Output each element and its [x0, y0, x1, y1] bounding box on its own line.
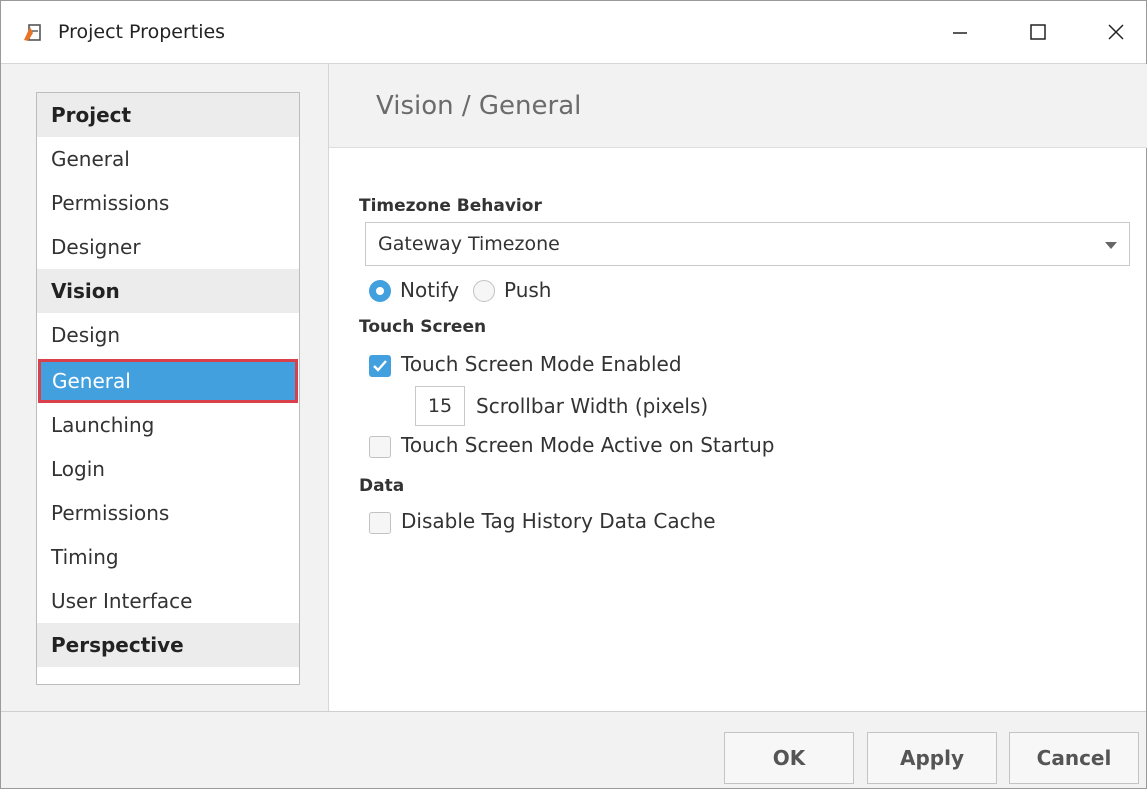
ok-button[interactable]: OK	[724, 732, 854, 784]
data-section-label: Data	[359, 476, 405, 496]
touch-screen-mode-enabled-checkbox[interactable]	[369, 355, 391, 377]
sidebar-header-perspective[interactable]: Perspective	[37, 623, 299, 667]
title-bar[interactable]: Project Properties	[1, 1, 1146, 63]
timezone-behavior-label: Timezone Behavior	[359, 196, 542, 216]
timezone-dropdown[interactable]: Gateway Timezone	[365, 222, 1130, 266]
dialog-footer: OK Apply Cancel	[1, 711, 1146, 788]
touch-screen-label: Touch Screen	[359, 317, 487, 337]
touch-screen-active-startup-checkbox[interactable]	[369, 436, 391, 458]
window-title: Project Properties	[58, 21, 226, 43]
timezone-dropdown-value: Gateway Timezone	[378, 233, 560, 255]
sidebar-item-vision-permissions[interactable]: Permissions	[37, 491, 299, 535]
sidebar-header-vision[interactable]: Vision	[37, 269, 299, 313]
sidebar-item-project-permissions[interactable]: Permissions	[37, 181, 299, 225]
sidebar-item-user-interface[interactable]: User Interface	[37, 579, 299, 623]
panel-header: Vision / General	[329, 64, 1147, 148]
chevron-down-icon	[1105, 242, 1117, 249]
dialog-body: Project General Permissions Designer Vis…	[1, 63, 1147, 712]
checkmark-icon	[373, 360, 387, 372]
notify-radio[interactable]	[369, 280, 391, 302]
sidebar-item-launching[interactable]: Launching	[37, 403, 299, 447]
project-properties-dialog: Project Properties Project General Permi…	[0, 0, 1147, 789]
minimize-icon[interactable]	[943, 15, 977, 49]
cancel-button[interactable]: Cancel	[1009, 732, 1139, 784]
settings-panel: Vision / General Timezone Behavior Gatew…	[328, 64, 1147, 712]
notify-radio-label[interactable]: Notify	[400, 278, 459, 302]
push-radio-label[interactable]: Push	[504, 278, 551, 302]
disable-tag-history-cache-label[interactable]: Disable Tag History Data Cache	[401, 509, 716, 533]
sidebar-item-project-general[interactable]: General	[37, 137, 299, 181]
ignition-designer-icon	[23, 23, 43, 43]
disable-tag-history-cache-checkbox[interactable]	[369, 512, 391, 534]
page-title: Vision / General	[376, 91, 582, 121]
touch-screen-active-startup-label[interactable]: Touch Screen Mode Active on Startup	[401, 433, 774, 457]
push-radio[interactable]	[473, 280, 495, 302]
category-tree: Project General Permissions Designer Vis…	[36, 92, 300, 685]
scrollbar-width-input[interactable]: 15	[415, 386, 465, 426]
sidebar-item-vision-general[interactable]: General	[38, 359, 298, 403]
sidebar-item-designer[interactable]: Designer	[37, 225, 299, 269]
sidebar-item-design[interactable]: Design	[37, 313, 299, 357]
sidebar-item-login[interactable]: Login	[37, 447, 299, 491]
touch-screen-mode-enabled-label[interactable]: Touch Screen Mode Enabled	[401, 352, 682, 376]
sidebar-header-project[interactable]: Project	[37, 93, 299, 137]
maximize-icon[interactable]	[1021, 15, 1055, 49]
scrollbar-width-label: Scrollbar Width (pixels)	[476, 394, 709, 418]
close-icon[interactable]	[1099, 15, 1133, 49]
sidebar-item-timing[interactable]: Timing	[37, 535, 299, 579]
apply-button[interactable]: Apply	[867, 732, 997, 784]
